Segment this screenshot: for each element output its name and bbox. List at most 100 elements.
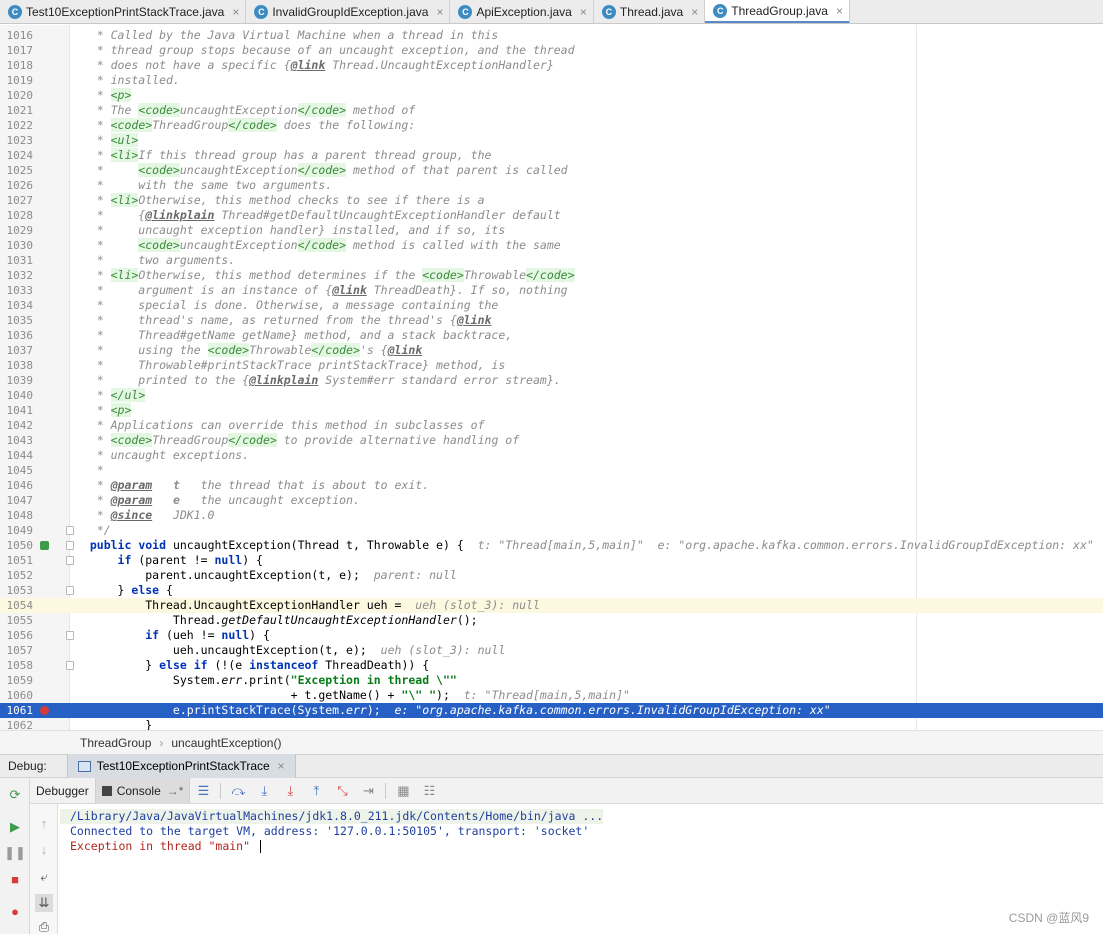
line-number[interactable]: 1017: [0, 43, 34, 58]
code-line[interactable]: 1054 Thread.UncaughtExceptionHandler ueh…: [0, 598, 1103, 613]
code-text[interactable]: + t.getName() + "\" "); t: "Thread[main,…: [76, 688, 630, 703]
line-number[interactable]: 1048: [0, 508, 34, 523]
fold-toggle-icon[interactable]: [66, 541, 74, 550]
code-text[interactable]: if (parent != null) {: [76, 553, 263, 568]
code-text[interactable]: * Called by the Java Virtual Machine whe…: [76, 28, 499, 43]
line-number[interactable]: 1047: [0, 493, 34, 508]
line-number[interactable]: 1022: [0, 118, 34, 133]
line-number[interactable]: 1025: [0, 163, 34, 178]
step-into-icon[interactable]: ⤓: [253, 781, 275, 801]
code-line[interactable]: 1050 public void uncaughtException(Threa…: [0, 538, 1103, 553]
close-icon[interactable]: ×: [836, 4, 843, 18]
line-number[interactable]: 1024: [0, 148, 34, 163]
rerun-icon[interactable]: ⟳: [6, 786, 24, 804]
console-line[interactable]: /Library/Java/JavaVirtualMachines/jdk1.8…: [60, 809, 604, 824]
down-arrow-icon[interactable]: ↓: [35, 840, 53, 858]
line-number[interactable]: 1027: [0, 193, 34, 208]
code-line[interactable]: 1062 }: [0, 718, 1103, 730]
code-line[interactable]: 1024 * <li>If this thread group has a pa…: [0, 148, 1103, 163]
step-out-icon[interactable]: ⤒: [305, 781, 327, 801]
code-text[interactable]: * argument is an instance of {@link Thre…: [76, 283, 568, 298]
drop-frame-icon[interactable]: ⤡: [331, 781, 353, 801]
line-number[interactable]: 1041: [0, 403, 34, 418]
print-icon[interactable]: ⎙: [35, 918, 53, 934]
code-line[interactable]: 1059 System.err.print("Exception in thre…: [0, 673, 1103, 688]
line-number[interactable]: 1061: [0, 703, 34, 718]
code-text[interactable]: }: [76, 718, 152, 730]
line-number[interactable]: 1057: [0, 643, 34, 658]
line-number[interactable]: 1036: [0, 328, 34, 343]
line-number[interactable]: 1052: [0, 568, 34, 583]
code-text[interactable]: parent.uncaughtException(t, e); parent: …: [76, 568, 457, 583]
code-text[interactable]: * uncaught exceptions.: [76, 448, 249, 463]
code-text[interactable]: * thread's name, as returned from the th…: [76, 313, 492, 328]
scroll-to-end-icon[interactable]: ⇊: [35, 894, 53, 912]
code-line[interactable]: 1037 * using the <code>Throwable</code>'…: [0, 343, 1103, 358]
code-line[interactable]: 1039 * printed to the {@linkplain System…: [0, 373, 1103, 388]
line-number[interactable]: 1030: [0, 238, 34, 253]
line-number[interactable]: 1062: [0, 718, 34, 730]
line-number[interactable]: 1021: [0, 103, 34, 118]
line-number[interactable]: 1049: [0, 523, 34, 538]
code-text[interactable]: * <li>Otherwise, this method checks to s…: [76, 193, 485, 208]
fold-toggle-icon[interactable]: [66, 661, 74, 670]
pause-icon[interactable]: ❚❚: [4, 844, 26, 862]
code-line[interactable]: 1026 * with the same two arguments.: [0, 178, 1103, 193]
code-line[interactable]: 1052 parent.uncaughtException(t, e); par…: [0, 568, 1103, 583]
code-line[interactable]: 1033 * argument is an instance of {@link…: [0, 283, 1103, 298]
line-number[interactable]: 1044: [0, 448, 34, 463]
line-number[interactable]: 1055: [0, 613, 34, 628]
line-number[interactable]: 1045: [0, 463, 34, 478]
code-line[interactable]: 1031 * two arguments.: [0, 253, 1103, 268]
run-to-cursor-icon[interactable]: ⇥: [357, 781, 379, 801]
code-lines[interactable]: 1016 * Called by the Java Virtual Machin…: [0, 28, 1103, 730]
code-line[interactable]: 1028 * {@linkplain Thread#getDefaultUnca…: [0, 208, 1103, 223]
stop-icon[interactable]: ■: [6, 870, 24, 888]
code-text[interactable]: e.printStackTrace(System.err); e: "org.a…: [76, 703, 831, 718]
line-number[interactable]: 1040: [0, 388, 34, 403]
code-text[interactable]: * special is done. Otherwise, a message …: [76, 298, 499, 313]
code-line[interactable]: 1047 * @param e the uncaught exception.: [0, 493, 1103, 508]
soft-wrap-icon[interactable]: ⤶: [35, 868, 53, 886]
code-line[interactable]: 1058 } else if (!(e instanceof ThreadDea…: [0, 658, 1103, 673]
code-line[interactable]: 1036 * Thread#getName getName} method, a…: [0, 328, 1103, 343]
editor-tab[interactable]: C InvalidGroupIdException.java ×: [246, 0, 451, 23]
code-line[interactable]: 1045 *: [0, 463, 1103, 478]
code-line[interactable]: 1034 * special is done. Otherwise, a mes…: [0, 298, 1103, 313]
line-number[interactable]: 1059: [0, 673, 34, 688]
code-line[interactable]: 1022 * <code>ThreadGroup</code> does the…: [0, 118, 1103, 133]
close-icon[interactable]: ×: [580, 5, 587, 19]
breakpoint-icon[interactable]: [40, 706, 49, 715]
code-text[interactable]: * <code>ThreadGroup</code> does the foll…: [76, 118, 415, 133]
line-number[interactable]: 1016: [0, 28, 34, 43]
line-number[interactable]: 1037: [0, 343, 34, 358]
code-line[interactable]: 1044 * uncaught exceptions.: [0, 448, 1103, 463]
code-line[interactable]: 1056 if (ueh != null) {: [0, 628, 1103, 643]
code-text[interactable]: * <code>ThreadGroup</code> to provide al…: [76, 433, 519, 448]
line-number[interactable]: 1053: [0, 583, 34, 598]
code-text[interactable]: *: [76, 463, 104, 478]
code-line[interactable]: 1027 * <li>Otherwise, this method checks…: [0, 193, 1103, 208]
code-line[interactable]: 1035 * thread's name, as returned from t…: [0, 313, 1103, 328]
code-line[interactable]: 1025 * <code>uncaughtException</code> me…: [0, 163, 1103, 178]
line-number[interactable]: 1019: [0, 73, 34, 88]
code-line[interactable]: 1053 } else {: [0, 583, 1103, 598]
code-line[interactable]: 1023 * <ul>: [0, 133, 1103, 148]
code-line[interactable]: 1043 * <code>ThreadGroup</code> to provi…: [0, 433, 1103, 448]
editor-tab[interactable]: C Thread.java ×: [594, 0, 706, 23]
line-number[interactable]: 1032: [0, 268, 34, 283]
code-editor[interactable]: 1016 * Called by the Java Virtual Machin…: [0, 25, 1103, 730]
force-step-into-icon[interactable]: ⤓: [279, 781, 301, 801]
evaluate-expression-icon[interactable]: ▦: [392, 781, 414, 801]
code-line[interactable]: 1057 ueh.uncaughtException(t, e); ueh (s…: [0, 643, 1103, 658]
code-text[interactable]: * @since JDK1.0: [76, 508, 215, 523]
code-line[interactable]: 1020 * <p>: [0, 88, 1103, 103]
line-number[interactable]: 1050: [0, 538, 34, 553]
code-text[interactable]: * <p>: [76, 403, 132, 418]
resume-icon[interactable]: ▶: [6, 818, 24, 836]
line-number[interactable]: 1056: [0, 628, 34, 643]
fold-toggle-icon[interactable]: [66, 586, 74, 595]
line-number[interactable]: 1046: [0, 478, 34, 493]
close-icon[interactable]: ×: [278, 759, 285, 773]
code-text[interactable]: if (ueh != null) {: [76, 628, 270, 643]
